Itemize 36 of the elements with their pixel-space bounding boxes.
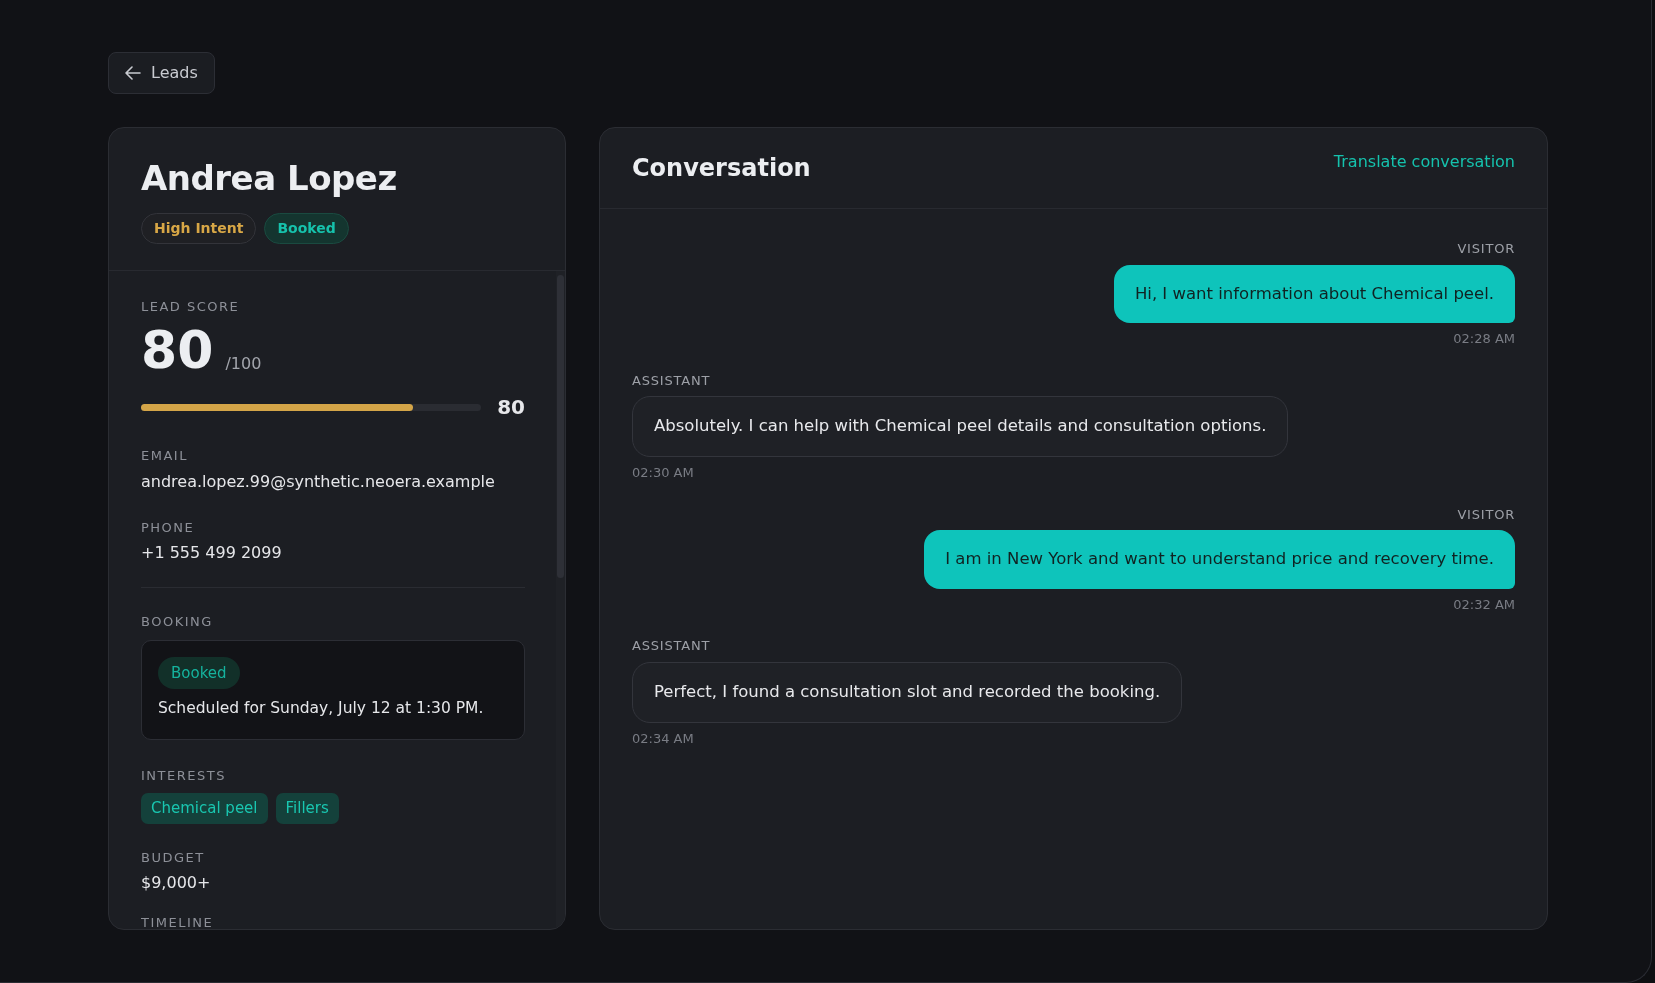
field-label: LEAD SCORE [141,297,241,316]
sender-label: ASSISTANT [632,371,711,390]
sender-label: VISITOR [1457,240,1515,258]
interest-tag: Fillers [275,793,339,824]
message-time: 02:34 AM [632,729,694,748]
back-button[interactable]: Leads [108,52,215,94]
field-value: andrea.lopez.99@synthetic.neoera.example [141,470,496,493]
field-value: $9,000+ [141,872,212,895]
message-time: 02:28 AM [1453,330,1515,349]
sender-label: ASSISTANT [632,637,711,656]
lead-name: Andrea Lopez [141,158,398,199]
field-label: BOOKING [141,613,214,632]
message-bubble: Hi, I want information about Chemical peel. [1113,264,1515,324]
status-badge: Booked [158,656,240,690]
message-bubble: I am in New York and want to understand price and recovery time. [924,530,1515,589]
booking-text: Scheduled for Sunday, July 12 at 1:30 PM. [158,698,485,720]
message-bubble: Perfect, I found a consultation slot and recorded the booking. [632,661,1183,723]
intent-badge: High Intent [141,212,257,244]
message-time: 02:30 AM [632,464,694,482]
conversation-title: Conversation [632,154,811,183]
lead-score: 80 [141,324,214,377]
field-label: EMAIL [141,447,189,466]
translate-link[interactable]: Translate conversation [1333,150,1515,174]
interest-tag: Chemical peel [141,793,268,824]
message-bubble: Absolutely. I can help with Chemical peel details and consultation options. [632,396,1289,457]
field-value: +1 555 499 2099 [141,542,283,565]
status-badge: Booked [264,212,349,244]
score-max: /100 [225,353,262,376]
field-label: INTERESTS [141,766,227,785]
field-label: PHONE [141,518,196,537]
score-reading: 80 [497,394,525,422]
field-label: BUDGET [141,848,206,867]
back-arrow-icon [125,66,141,80]
field-label: TIMELINE [141,914,215,929]
sender-label: VISITOR [1457,505,1515,524]
message-time: 02:32 AM [1453,595,1515,614]
